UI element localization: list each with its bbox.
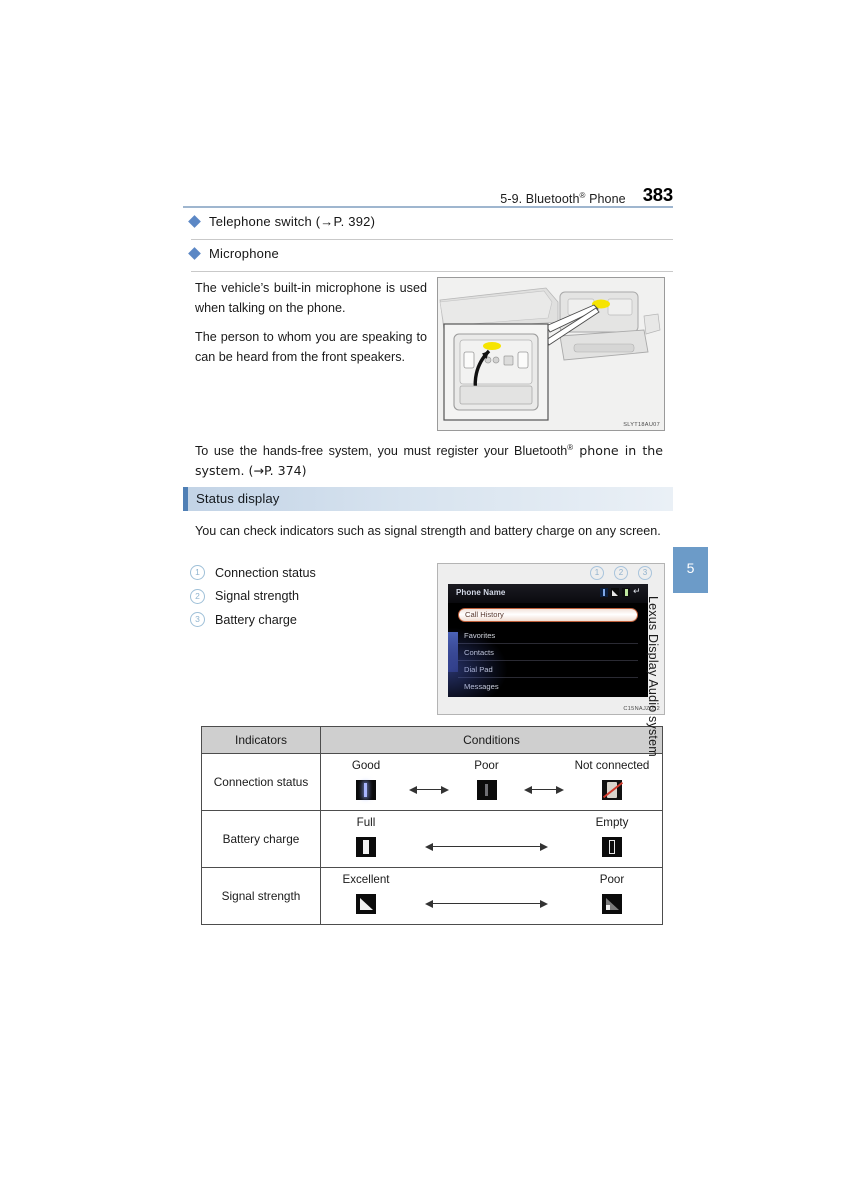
header-divider [183,206,673,208]
state-label-good: Good [351,759,381,772]
table-header-row: Indicators Conditions [201,726,663,754]
arrow-excellent-to-poor [411,897,562,911]
table-row: Battery charge Full Empty [201,810,663,868]
callout-number-icon: 2 [190,588,205,604]
microphone-body-text: The vehicle’s built-in microphone is use… [195,278,427,376]
state-label-empty: Empty [595,816,629,829]
manual-page: 5-9. Bluetooth® Phone 383 Telephone swit… [0,0,848,1200]
handsfree-note-text-before: To use the hands-free system, you must r… [195,444,568,459]
battery-charge-conditions: Full Empty [321,811,662,867]
arrow-full-to-empty [411,840,562,854]
bluetooth-icon [600,588,608,597]
legend-item-label: Signal strength [215,589,300,604]
indicators-table: Indicators Conditions Connection status … [201,726,663,925]
callout-number-icon: 3 [190,612,205,628]
state-label-full: Full [356,816,376,829]
menu-item-messages[interactable]: Messages [458,678,638,695]
section-divider-2 [191,271,673,272]
status-display-intro: You can check indicators such as signal … [195,524,661,538]
legend-item: 2 Signal strength [190,585,420,609]
menu-item-contacts[interactable]: Contacts [458,644,638,661]
screen-title-bar: Phone Name ↵ [448,584,648,603]
handsfree-note: To use the hands-free system, you must r… [195,438,663,481]
diamond-bullet-icon [188,247,201,260]
state-label-excellent: Excellent [342,873,390,886]
state-label-poor: Poor [599,873,625,886]
status-legend-list: 1 Connection status 2 Signal strength 3 … [190,561,420,632]
state-label-poor: Poor [474,759,499,772]
menu-item-dial-pad[interactable]: Dial Pad [458,661,638,678]
screen-status-icons: ↵ [600,588,643,597]
signal-poor-icon [602,894,622,914]
console-illustration-icon [438,278,664,430]
row-label-battery-charge: Battery charge [201,810,321,868]
phone-screen-figure: 1 2 3 Phone Name ↵ Call History Favorite… [437,563,665,715]
arrow-poor-to-disconnected [524,783,564,797]
table-header-conditions: Conditions [320,726,663,754]
table-header-indicators: Indicators [201,726,321,754]
signal-excellent-icon [356,894,376,914]
legend-item: 3 Battery charge [190,608,420,632]
screen-side-tab[interactable] [448,632,458,672]
callout-number-icon: 2 [614,566,628,580]
chapter-tab: 5 [673,547,708,593]
phone-screen: Phone Name ↵ Call History Favorites Cont… [448,584,648,697]
microphone-paragraph-1: The vehicle’s built-in microphone is use… [195,281,427,315]
section-heading-microphone: Microphone [188,246,674,261]
bluetooth-poor-icon [476,780,497,800]
callout-number-icon: 1 [190,565,205,581]
diamond-bullet-icon [188,215,201,228]
header-section-title: 5-9. Bluetooth® Phone [500,190,626,206]
legend-item: 1 Connection status [190,561,420,585]
figure-caption: SLYT18AU07 [623,422,660,428]
battery-full-icon [356,837,376,857]
signal-icon [611,588,619,597]
bluetooth-disconnected-icon [602,780,622,800]
page-header: 5-9. Bluetooth® Phone 383 [183,182,673,206]
connection-status-conditions: Good Poor Not connected [321,754,662,810]
banner-accent-bar [183,487,188,511]
table-row: Signal strength Excellent Poor [201,867,663,925]
row-label-connection-status: Connection status [201,753,321,811]
section-heading-label: Microphone [209,246,279,261]
menu-item-call-history[interactable]: Call History [458,608,638,622]
status-display-banner: Status display [183,487,673,511]
legend-item-label: Connection status [215,565,316,580]
signal-strength-conditions: Excellent Poor [321,868,662,924]
bluetooth-good-icon [356,780,376,800]
legend-item-label: Battery charge [215,612,297,627]
arrow-good-to-poor [409,783,448,797]
microphone-paragraph-2: The person to whom you are speaking to c… [195,330,427,364]
battery-icon [622,588,630,597]
screen-callouts: 1 2 3 [590,566,652,580]
callout-number-icon: 1 [590,566,604,580]
row-label-signal-strength: Signal strength [201,867,321,925]
callout-number-icon: 3 [638,566,652,580]
section-heading-label: Telephone switch (→P. 392) [209,214,376,229]
section-heading-telephone-switch: Telephone switch (→P. 392) [188,214,674,229]
battery-empty-icon [602,837,622,857]
overhead-console-figure: SLYT18AU07 [437,277,665,431]
chapter-title-vertical: Lexus Display Audio system [646,596,660,757]
menu-item-favorites[interactable]: Favorites [458,627,638,644]
chapter-number: 5 [686,560,695,576]
banner-title: Status display [196,491,280,506]
section-divider-1 [191,239,673,240]
table-row: Connection status Good Poor Not connecte… [201,753,663,811]
page-number: 383 [642,184,673,205]
screen-title: Phone Name [456,588,506,597]
